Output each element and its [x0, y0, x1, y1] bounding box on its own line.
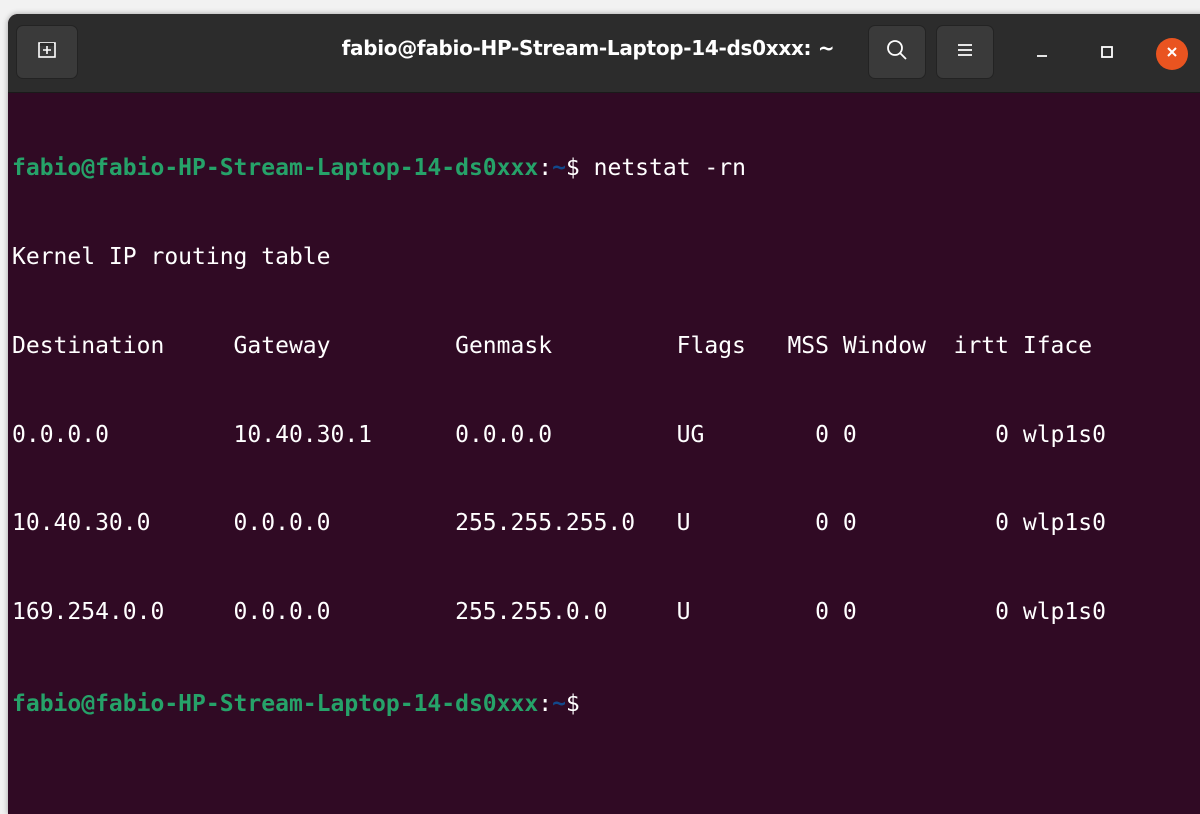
table-header: Destination Gateway Genmask Flags MSS Wi…	[12, 332, 1093, 359]
new-tab-button[interactable]	[16, 25, 78, 79]
prompt-symbol: $	[565, 690, 594, 717]
search-button[interactable]	[868, 25, 926, 79]
terminal-area[interactable]: fabio@fabio-HP-Stream-Laptop-14-ds0xxx:~…	[8, 93, 1200, 814]
minimize-button[interactable]	[1026, 38, 1058, 70]
minimize-icon	[1034, 44, 1050, 64]
close-icon	[1164, 44, 1180, 64]
maximize-button[interactable]	[1091, 38, 1123, 70]
current-prompt-line[interactable]: fabio@fabio-HP-Stream-Laptop-14-ds0xxx:~…	[12, 687, 1106, 717]
prompt-user-host: fabio@fabio-HP-Stream-Laptop-14-ds0xxx	[12, 690, 539, 717]
table-row: 169.254.0.0 0.0.0.0 255.255.0.0 U 0 0 0 …	[12, 599, 1106, 626]
prompt-separator: :	[538, 690, 553, 717]
table-row: 0.0.0.0 10.40.30.1 0.0.0.0 UG 0 0 0 wlp1…	[12, 421, 1106, 448]
new-tab-icon	[36, 39, 58, 65]
terminal-output: fabio@fabio-HP-Stream-Laptop-14-ds0xxx:~…	[12, 95, 1106, 776]
prompt-symbol: $	[565, 155, 594, 182]
window-title: fabio@fabio-HP-Stream-Laptop-14-ds0xxx: …	[341, 36, 835, 60]
table-row: 10.40.30.0 0.0.0.0 255.255.255.0 U 0 0 0…	[12, 510, 1106, 537]
output-line: Kernel IP routing table	[12, 243, 331, 270]
command-text: netstat -rn	[593, 155, 746, 182]
prompt-path: ~	[552, 155, 566, 182]
prompt-separator: :	[538, 155, 553, 182]
maximize-icon	[1099, 44, 1115, 64]
command-line: fabio@fabio-HP-Stream-Laptop-14-ds0xxx:~…	[12, 154, 1106, 184]
terminal-window: fabio@fabio-HP-Stream-Laptop-14-ds0xxx: …	[8, 14, 1200, 814]
hamburger-menu-icon	[955, 40, 975, 64]
text-cursor	[594, 687, 595, 711]
header-bar: fabio@fabio-HP-Stream-Laptop-14-ds0xxx: …	[8, 14, 1200, 93]
close-button[interactable]	[1156, 38, 1188, 70]
prompt-user-host: fabio@fabio-HP-Stream-Laptop-14-ds0xxx	[12, 155, 539, 182]
menu-button[interactable]	[936, 25, 994, 79]
prompt-path: ~	[552, 690, 566, 717]
search-icon	[885, 38, 909, 66]
